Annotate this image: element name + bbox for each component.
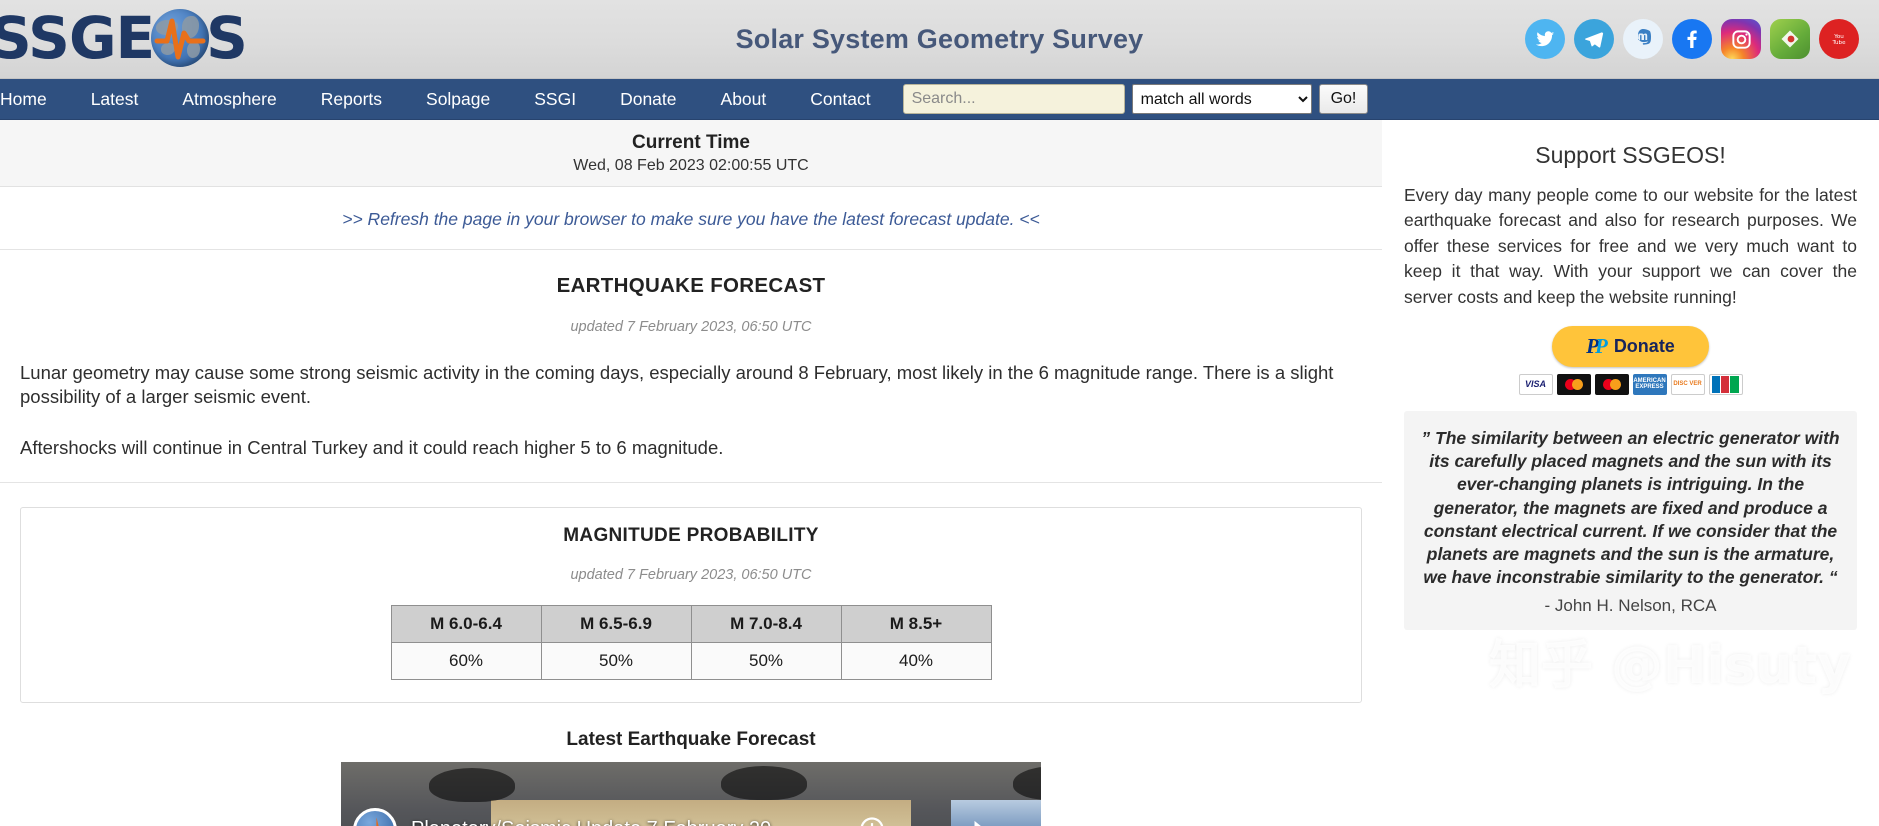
amex-card-icon: AMERICAN EXPRESS <box>1633 374 1667 395</box>
nav-item-contact[interactable]: Contact <box>788 79 892 120</box>
share-arrow-icon[interactable] <box>955 812 989 826</box>
paypal-logo-icon: PP <box>1586 334 1604 359</box>
table-header-cell: M 7.0-8.4 <box>691 606 841 643</box>
maestro-icon <box>1595 374 1629 395</box>
visa-card-icon: VISA <box>1519 374 1553 395</box>
table-header-cell: M 6.5-6.9 <box>541 606 691 643</box>
facebook-icon[interactable] <box>1672 19 1712 59</box>
nav-items: Home Latest Atmosphere Reports Solpage S… <box>0 79 893 120</box>
svg-text:Tube: Tube <box>1831 40 1846 46</box>
forecast-paragraph-2: Aftershocks will continue in Central Tur… <box>20 436 1362 460</box>
forecast-title: EARTHQUAKE FORECAST <box>20 274 1362 298</box>
video-overlay-shape <box>429 768 515 802</box>
search-go-button[interactable]: Go! <box>1319 84 1369 114</box>
video-section-heading: Latest Earthquake Forecast <box>20 729 1362 751</box>
donate-area: PP Donate VISA AMERICAN EXPRESS DISC VER <box>1404 326 1857 395</box>
magnitude-probability-updated: updated 7 February 2023, 06:50 UTC <box>33 567 1349 583</box>
table-header-cell: M 6.0-6.4 <box>391 606 541 643</box>
donate-button[interactable]: PP Donate <box>1552 326 1709 367</box>
table-cell: 60% <box>391 643 541 680</box>
current-time-panel: Current Time Wed, 08 Feb 2023 02:00:55 U… <box>0 120 1382 187</box>
search-form: match all words Go! <box>903 84 1369 114</box>
table-header-row: M 6.0-6.4 M 6.5-6.9 M 7.0-8.4 M 8.5+ <box>391 606 991 643</box>
support-heading: Support SSGEOS! <box>1404 142 1857 169</box>
discover-card-icon: DISC VER <box>1671 374 1705 395</box>
magnitude-probability-card: MAGNITUDE PROBABILITY updated 7 February… <box>20 507 1362 703</box>
magnitude-probability-title: MAGNITUDE PROBABILITY <box>33 525 1349 547</box>
earthquake-forecast-section: EARTHQUAKE FORECAST updated 7 February 2… <box>0 250 1382 483</box>
magnitude-probability-table: M 6.0-6.4 M 6.5-6.9 M 7.0-8.4 M 8.5+ 60%… <box>391 605 992 680</box>
forecast-paragraph-1: Lunar geometry may cause some strong sei… <box>20 361 1362 410</box>
search-input[interactable] <box>903 84 1125 114</box>
telegram-icon[interactable] <box>1574 19 1614 59</box>
sidebar: Support SSGEOS! Every day many people co… <box>1382 120 1879 630</box>
nav-item-reports[interactable]: Reports <box>299 79 404 120</box>
quote-card: ” The similarity between an electric gen… <box>1404 411 1857 630</box>
video-player[interactable]: Planetary/Seismic Update 7 February 20..… <box>341 762 1041 826</box>
current-time-value: Wed, 08 Feb 2023 02:00:55 UTC <box>0 157 1382 175</box>
refresh-notice[interactable]: >> Refresh the page in your browser to m… <box>0 187 1382 250</box>
mastercard-icon <box>1557 374 1591 395</box>
video-overlay-shape <box>1013 766 1041 800</box>
page-body: Current Time Wed, 08 Feb 2023 02:00:55 U… <box>0 120 1879 826</box>
social-links: You Tube <box>1525 19 1859 59</box>
svg-text:You: You <box>1833 34 1844 40</box>
main-navigation: Home Latest Atmosphere Reports Solpage S… <box>0 79 1879 120</box>
table-cell: 50% <box>691 643 841 680</box>
mastodon-icon[interactable] <box>1623 19 1663 59</box>
forecast-updated: updated 7 February 2023, 06:50 UTC <box>20 319 1362 335</box>
twitter-icon[interactable] <box>1525 19 1565 59</box>
latest-forecast-video-section: Latest Earthquake Forecast Planetary/Sei… <box>0 703 1382 826</box>
donate-button-label: Donate <box>1614 336 1675 357</box>
table-header-cell: M 8.5+ <box>841 606 991 643</box>
accepted-cards: VISA AMERICAN EXPRESS DISC VER <box>1404 374 1857 395</box>
nav-item-donate[interactable]: Donate <box>598 79 698 120</box>
nav-item-latest[interactable]: Latest <box>69 79 161 120</box>
video-title[interactable]: Planetary/Seismic Update 7 February 20..… <box>411 818 788 826</box>
quote-text: ” The similarity between an electric gen… <box>1418 427 1843 590</box>
nav-item-solpage[interactable]: Solpage <box>404 79 512 120</box>
jcb-card-icon <box>1709 374 1743 395</box>
nav-item-home[interactable]: Home <box>0 79 69 120</box>
youtube-icon[interactable]: You Tube <box>1819 19 1859 59</box>
quote-author: - John H. Nelson, RCA <box>1418 596 1843 616</box>
ssgeos-avatar-icon[interactable] <box>353 808 397 826</box>
site-header: SSGE S Solar System Geometry Survey <box>0 0 1879 79</box>
table-cell: 50% <box>541 643 691 680</box>
support-description: Every day many people come to our websit… <box>1404 183 1857 310</box>
table-cell: 40% <box>841 643 991 680</box>
instagram-icon[interactable] <box>1721 19 1761 59</box>
nav-item-ssgi[interactable]: SSGI <box>512 79 598 120</box>
nav-item-about[interactable]: About <box>699 79 789 120</box>
nav-item-atmosphere[interactable]: Atmosphere <box>160 79 298 120</box>
main-content: Current Time Wed, 08 Feb 2023 02:00:55 U… <box>0 120 1382 826</box>
current-time-label: Current Time <box>0 132 1382 154</box>
search-match-mode-select[interactable]: match all words <box>1132 84 1312 114</box>
clock-icon[interactable] <box>855 812 889 826</box>
video-overlay-shape <box>721 766 807 800</box>
odysee-icon[interactable] <box>1770 19 1810 59</box>
table-row: 60% 50% 50% 40% <box>391 643 991 680</box>
